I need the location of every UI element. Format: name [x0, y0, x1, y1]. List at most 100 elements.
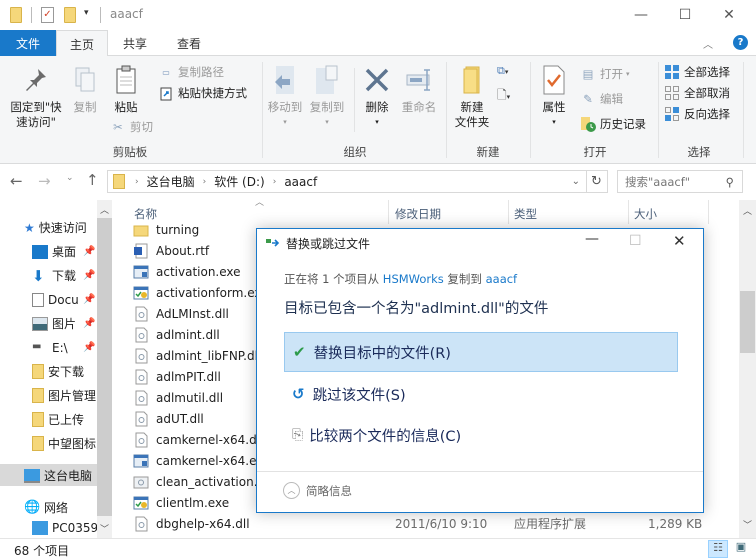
history-button[interactable]: 历史记录 [580, 114, 646, 134]
star-icon: ★ [24, 220, 35, 235]
dialog-title: 替换或跳过文件 [286, 237, 371, 251]
breadcrumb-drive[interactable]: 软件 (D:) [214, 173, 264, 190]
nav-item-pictures[interactable]: 图片 [32, 313, 132, 334]
skip-option[interactable]: ↺ 跳过该文件(S) [284, 374, 678, 414]
scroll-thumb[interactable] [97, 218, 112, 516]
dest-link[interactable]: aaacf [486, 272, 518, 286]
pictures-icon [32, 316, 48, 331]
nav-pc[interactable]: PC0359 [32, 521, 97, 537]
copy-to-button[interactable]: 复制到 ▾ [307, 64, 347, 130]
replace-option[interactable]: ✔ 替换目标中的文件(R) [284, 332, 678, 372]
dll-file-icon [133, 516, 149, 532]
tab-home[interactable]: 主页 [56, 30, 108, 57]
maximize-button[interactable]: ☐ [662, 0, 708, 30]
compare-icon: ⎘ [292, 427, 304, 443]
refresh-icon: ↻ [591, 174, 602, 189]
file-list-scrollbar[interactable]: ︿ ﹀ [739, 200, 756, 538]
address-bar[interactable]: › 这台电脑 › 软件 (D:) › aaacf ⌄ [107, 170, 587, 193]
dll-file-icon [133, 390, 149, 406]
refresh-button[interactable]: ↻ [586, 170, 608, 193]
tab-file[interactable]: 文件 [0, 30, 56, 56]
nav-item-desktop[interactable]: 桌面 [32, 241, 132, 262]
nav-item-folder[interactable]: 已上传 [32, 409, 132, 430]
paste-button[interactable]: 粘贴 [108, 64, 144, 115]
nav-item-downloads[interactable]: ⬇ 下载 [32, 265, 132, 286]
fewer-details-button[interactable]: ︿ 简略信息 [283, 482, 352, 499]
invert-selection-button[interactable]: 反向选择 [664, 104, 730, 124]
item-count: 68 个项目 [14, 544, 70, 558]
easy-access-button[interactable]: 🗋▾ [497, 86, 510, 107]
details-view-button[interactable]: ☷ [708, 540, 728, 558]
rename-button[interactable]: 重命名 [398, 64, 440, 115]
file-size: 1,289 KB [648, 516, 703, 531]
customize-toolbar-icon[interactable]: ▾ [84, 8, 89, 18]
forward-button[interactable]: → [38, 172, 51, 190]
folder-icon [113, 174, 125, 189]
easy-access-icon: 🗋 [497, 88, 507, 102]
network-icon: 🌐 [24, 499, 41, 515]
details-view-icon: ☷ [713, 541, 723, 554]
file-name: turning [156, 222, 200, 237]
tab-share[interactable]: 共享 [110, 30, 160, 56]
group-new-label: 新建 [476, 145, 500, 159]
paste-shortcut-button[interactable]: 粘贴快捷方式 [158, 83, 247, 103]
compare-option[interactable]: ⎘ 比较两个文件的信息(C) [284, 415, 678, 455]
new-folder-button[interactable]: 新建 文件夹 [450, 64, 494, 130]
breadcrumb-chevron-icon: › [272, 176, 277, 187]
scroll-down-icon[interactable]: ﹀ [100, 522, 109, 535]
file-name: camkernel-x64.dll [156, 432, 264, 447]
dll-file-icon [133, 369, 149, 385]
dialog-minimize-button[interactable]: — [585, 231, 599, 247]
breadcrumb-folder[interactable]: aaacf [284, 175, 317, 189]
up-button[interactable]: ↑ [86, 171, 99, 189]
move-to-button[interactable]: 移动到 ▾ [265, 64, 305, 130]
scroll-thumb[interactable] [740, 291, 755, 353]
ribbon: 固定到"快速访问" 复制 粘贴 ▭ 复制路径 粘贴快捷方式 ✂ 剪切 剪贴板 移动到… [0, 56, 756, 164]
nav-item-folder[interactable]: 图片管理 [32, 385, 97, 406]
file-row[interactable]: dbghelp-x64.dll 2011/6/10 9:10 应用程序扩展 1,289… [133, 513, 713, 534]
exe2-file-icon [133, 285, 149, 301]
large-icons-view-icon: ▣ [735, 540, 747, 553]
new-folder-quick-icon[interactable] [64, 7, 76, 23]
nav-item-documents[interactable]: Docu [32, 289, 82, 310]
edit-button[interactable]: ✎ 编辑 [580, 89, 623, 109]
back-button[interactable]: ← [10, 172, 23, 190]
nav-scrollbar[interactable]: ︿ ﹀ [97, 200, 112, 538]
properties-quick-icon[interactable]: ✓ [41, 7, 54, 23]
select-none-button[interactable]: 全部取消 [664, 83, 730, 103]
open-icon: ▤ [582, 67, 594, 81]
open-button[interactable]: ▤ 打开 ▾ [580, 64, 630, 84]
address-dropdown-icon[interactable]: ⌄ [572, 176, 580, 187]
scroll-down-icon[interactable]: ﹀ [743, 518, 752, 531]
new-item-button[interactable]: ⧉▾ [497, 64, 508, 78]
copy-button[interactable]: 复制 [68, 64, 102, 115]
dialog-close-button[interactable]: ✕ [673, 232, 686, 250]
pin-icon: 📌 [83, 318, 96, 329]
delete-button[interactable]: 删除 ▾ [360, 64, 394, 130]
copy-path-button[interactable]: ▭ 复制路径 [158, 62, 224, 82]
document-icon [32, 292, 44, 307]
properties-button[interactable]: 属性 ▾ [536, 64, 572, 130]
select-all-button[interactable]: 全部选择 [664, 62, 730, 82]
window-title: aaacf [110, 7, 143, 21]
source-link[interactable]: HSMWorks [383, 272, 444, 286]
collapse-ribbon-icon[interactable]: ︿ [703, 36, 713, 51]
nav-item-folder[interactable]: 安下载 [32, 361, 132, 382]
new-folder-icon [458, 64, 486, 96]
tab-view[interactable]: 查看 [165, 30, 213, 56]
nav-item-e-drive[interactable]: ▬ E:\ [32, 337, 132, 358]
scroll-up-icon[interactable]: ︿ [100, 203, 109, 216]
minimize-button[interactable]: — [618, 0, 664, 30]
group-open-label: 打开 [583, 145, 607, 159]
nav-item-folder[interactable]: 中望图标 [32, 433, 97, 454]
pin-quick-access-button[interactable]: 固定到"快速访问" [6, 64, 66, 130]
scroll-up-icon[interactable]: ︿ [743, 204, 752, 217]
recent-locations-button[interactable]: ⌄ [66, 173, 74, 183]
help-icon[interactable]: ? [733, 35, 748, 50]
breadcrumb-this-pc[interactable]: 这台电脑 [147, 173, 195, 190]
large-icons-view-button[interactable]: ▣ [731, 540, 751, 558]
edit-icon: ✎ [583, 92, 593, 106]
cut-button[interactable]: ✂ 剪切 [110, 117, 153, 137]
close-button[interactable]: ✕ [706, 0, 752, 30]
search-input[interactable]: 搜索"aaacf" ⚲ [617, 170, 743, 193]
